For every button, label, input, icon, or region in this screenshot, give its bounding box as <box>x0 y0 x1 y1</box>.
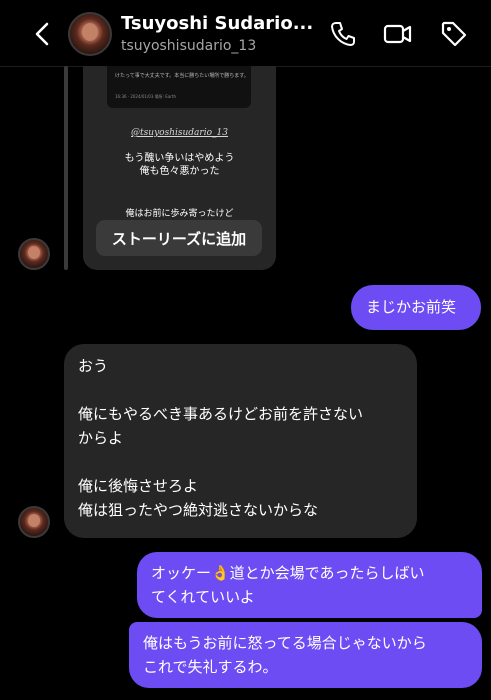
phone-icon[interactable] <box>328 19 358 49</box>
sender-avatar[interactable] <box>18 506 50 538</box>
message-line: 俺にもやるべき事あるけどお前を許さない <box>78 405 364 423</box>
chevron-left-icon[interactable] <box>28 19 58 49</box>
message-line: からよ <box>78 429 124 447</box>
contact-name[interactable]: Tsuyoshi Sudario... <box>121 13 313 34</box>
story-text-line: 俺も色々悪かった <box>139 166 220 177</box>
profile-avatar[interactable] <box>68 12 112 56</box>
message-line: 俺はもうお前に怒ってる場合じゃないから <box>143 634 427 652</box>
message-bubble-outgoing[interactable]: オッケー👌道とか会場であったらしばい てくれていいよ <box>137 552 482 618</box>
story-screenshot-meta: 16:36 · 2024/01/03 場所: Earth <box>115 94 177 99</box>
message-line <box>78 450 403 474</box>
shared-story-card[interactable]: けたって事で大丈夫です。本当に勝ちたい場所で勝ちます。 16:36 · 2024… <box>83 66 276 270</box>
message-line: オッケー👌道とか会場であったらしばい <box>151 564 425 582</box>
video-camera-icon[interactable] <box>383 19 413 49</box>
message-line: てくれていいよ <box>151 588 255 606</box>
message-bubble-outgoing[interactable]: 俺はもうお前に怒ってる場合じゃないから これで失礼するわ。 <box>129 622 482 688</box>
message-line: 俺に後悔させろよ <box>78 477 199 495</box>
story-reply-line <box>64 66 68 270</box>
contact-username[interactable]: tsuyoshisudario_13 <box>121 38 256 54</box>
message-line: 俺は狙ったやつ絶対逃さないからな <box>78 501 319 519</box>
story-text-line: もう醜い争いはやめよう <box>124 153 235 164</box>
story-text: もう醜い争いはやめよう 俺も色々悪かった <box>83 152 276 178</box>
story-screenshot: けたって事で大丈夫です。本当に勝ちたい場所で勝ちます。 16:36 · 2024… <box>107 66 251 108</box>
story-screenshot-text: けたって事で大丈夫です。本当に勝ちたい場所で勝ちます。 <box>115 73 249 79</box>
message-line <box>78 378 403 402</box>
message-bubble-incoming[interactable]: おう 俺にもやるべき事あるけどお前を許さない からよ 俺に後悔させろよ 俺は狙っ… <box>64 344 417 538</box>
add-to-stories-button[interactable]: ストーリーズに追加 <box>96 220 262 256</box>
sender-avatar[interactable] <box>18 238 50 270</box>
tag-icon[interactable] <box>439 19 469 49</box>
story-handle: @tsuyoshisudario_13 <box>131 128 228 138</box>
message-bubble-outgoing[interactable]: まじかお前笑 <box>351 285 481 330</box>
story-text-partial: 俺はお前に歩み寄ったけど <box>125 209 234 219</box>
message-line: これで失礼するわ。 <box>143 658 278 676</box>
chat-header: Tsuyoshi Sudario... tsuyoshisudario_13 <box>0 0 491 67</box>
message-line: おう <box>78 357 109 375</box>
